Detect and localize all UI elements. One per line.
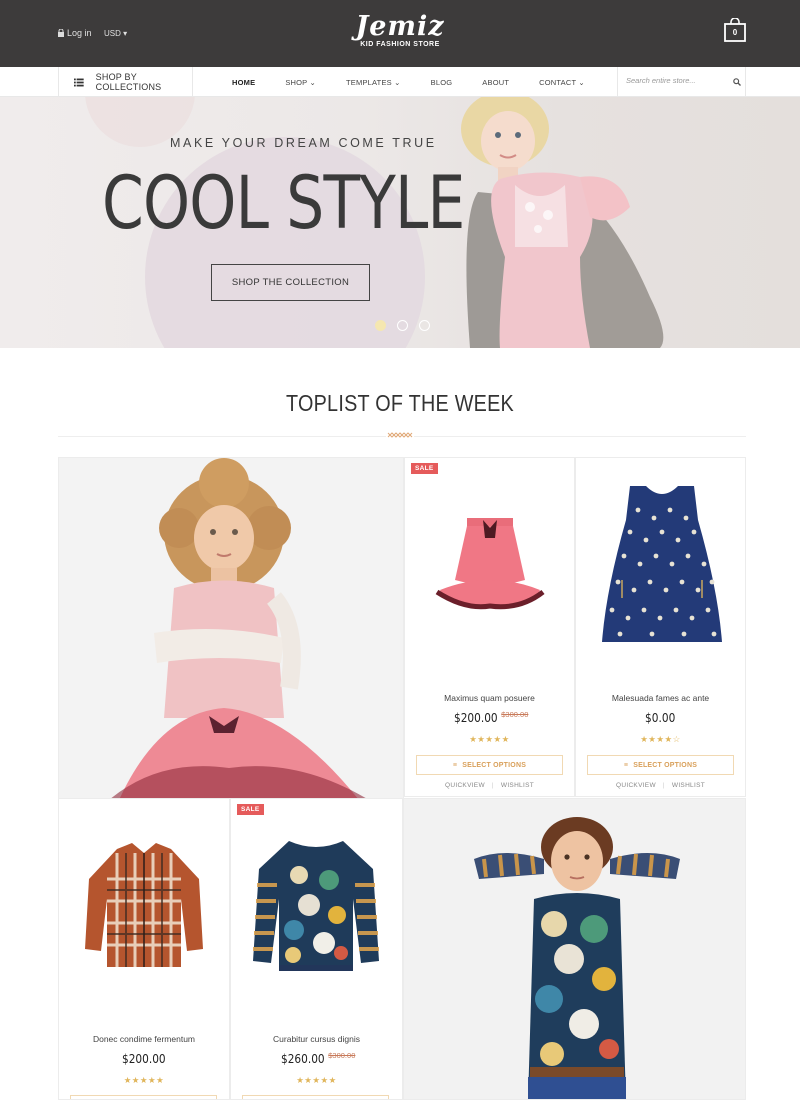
product-name[interactable]: Malesuada fames ac ante xyxy=(576,693,745,703)
product-card[interactable]: Donec condime fermentum $200.00 ★★★★★ xyxy=(58,798,230,1100)
quickview-link[interactable]: QUICKVIEW xyxy=(616,782,656,789)
nav-item-contact[interactable]: CONTACT ⌄ xyxy=(539,78,585,87)
product-price: $0.00 xyxy=(645,711,676,725)
hero-girl-image xyxy=(461,97,664,348)
search-icon[interactable] xyxy=(733,78,741,86)
select-options-button[interactable]: ≡ SELECT OPTIONS xyxy=(416,755,563,775)
nav-item-label: BLOG xyxy=(430,77,453,87)
quickview-link[interactable]: QUICKVIEW xyxy=(445,782,485,789)
hero-tagline: MAKE YOUR DREAM COME TRUE xyxy=(170,136,437,150)
separator: | xyxy=(491,782,494,789)
select-options-label: SELECT OPTIONS xyxy=(462,761,527,769)
cart-count: 0 xyxy=(732,28,738,37)
sale-badge: SALE xyxy=(411,463,438,474)
pink-tutu-skirt-image xyxy=(435,518,545,610)
section-title: TOPLIST OF THE WEEK xyxy=(285,390,515,416)
nav-item-blog[interactable]: BLOG xyxy=(431,78,453,87)
wishlist-link[interactable]: WISHLIST xyxy=(672,782,705,789)
chevron-down-icon: ⌄ xyxy=(394,77,401,87)
list-icon xyxy=(74,78,84,86)
slider-dot[interactable] xyxy=(375,320,386,331)
price-row: $0.00 xyxy=(576,709,745,727)
product-name[interactable]: Donec condime fermentum xyxy=(59,1034,229,1044)
product-card[interactable]: SALE Curabitur cursus dignis $260.00 $300… xyxy=(230,798,403,1100)
nav-item-templates[interactable]: TEMPLATES ⌄ xyxy=(346,78,401,87)
product-price: $200.00 xyxy=(122,1052,166,1066)
featured-image[interactable] xyxy=(58,457,404,799)
hero-slider: MAKE YOUR DREAM COME TRUE COOL STYLE SHO… xyxy=(0,97,800,348)
nav-item-label: HOME xyxy=(232,77,256,87)
girl-curly-hair-image xyxy=(59,458,403,798)
rating-stars: ★★★★★ xyxy=(123,1075,165,1085)
product-card[interactable]: Malesuada fames ac ante $0.00 ★★★★☆ ≡ SEL… xyxy=(575,457,746,797)
separator: | xyxy=(662,782,665,789)
slider-dot[interactable] xyxy=(397,320,408,331)
printed-sweater-image xyxy=(253,841,379,971)
search-input[interactable] xyxy=(626,76,726,85)
boy-in-sweater-image xyxy=(404,799,745,1099)
slider-dot[interactable] xyxy=(419,320,430,331)
old-price: $300.00 xyxy=(501,710,529,719)
select-options-label: SELECT OPTIONS xyxy=(633,761,698,769)
product-grid: SALE Maximus quam posuere $200.00 $300.00… xyxy=(58,457,746,1100)
polka-dot-dress-image xyxy=(602,486,722,642)
rating-stars: ★★★★☆ xyxy=(640,734,681,744)
featured-image[interactable] xyxy=(403,798,746,1100)
rating-stars: ★★★★★ xyxy=(296,1075,337,1085)
product-card[interactable]: SALE Maximus quam posuere $200.00 $300.00… xyxy=(404,457,575,797)
collections-label: SHOP BY COLLECTIONS xyxy=(95,72,162,92)
chevron-down-icon: ⌄ xyxy=(309,77,317,87)
ornament-icon xyxy=(386,430,414,440)
price-row: $200.00 $300.00 xyxy=(405,709,574,727)
price-row: $260.00 $300.00 xyxy=(231,1050,402,1068)
select-options-button[interactable] xyxy=(70,1095,217,1099)
brand-tagline: KID FASHION STORE xyxy=(360,41,440,48)
product-name[interactable]: Curabitur cursus dignis xyxy=(231,1034,402,1044)
product-name[interactable]: Maximus quam posuere xyxy=(405,693,574,703)
menu-lines-icon: ≡ xyxy=(452,761,458,769)
product-actions: QUICKVIEW | WISHLIST xyxy=(405,782,574,789)
product-price: $260.00 xyxy=(280,1052,325,1066)
slider-dots xyxy=(375,320,430,331)
select-options-button[interactable]: ≡ SELECT OPTIONS xyxy=(587,755,734,775)
top-bar: Log in USD ▾ Jemiz KID FASHION STORE 0 xyxy=(0,0,800,67)
shop-collection-button[interactable]: SHOP THE COLLECTION xyxy=(211,264,370,301)
nav-item-label: ABOUT xyxy=(482,77,510,87)
main-nav: SHOP BY COLLECTIONS HOME SHOP ⌄ TEMPLATE… xyxy=(0,67,800,97)
plaid-shirt-image xyxy=(85,843,203,967)
menu-lines-icon: ≡ xyxy=(623,761,629,769)
search-box xyxy=(617,67,746,97)
nav-item-about[interactable]: ABOUT xyxy=(482,78,509,87)
shop-by-collections-button[interactable]: SHOP BY COLLECTIONS xyxy=(58,67,193,97)
hero-title: COOL STYLE xyxy=(102,161,465,246)
product-price: $200.00 xyxy=(453,711,498,725)
sale-badge: SALE xyxy=(237,804,264,815)
price-row: $200.00 xyxy=(59,1050,229,1068)
menu-items: HOME SHOP ⌄ TEMPLATES ⌄ BLOG ABOUT CONTA… xyxy=(232,67,615,97)
wishlist-link[interactable]: WISHLIST xyxy=(501,782,534,789)
old-price: $300.00 xyxy=(328,1051,356,1060)
product-actions: QUICKVIEW | WISHLIST xyxy=(576,782,745,789)
nav-item-label: TEMPLATES xyxy=(346,77,392,87)
brand-logo[interactable]: Jemiz KID FASHION STORE xyxy=(0,11,800,49)
rating-stars: ★★★★★ xyxy=(469,734,510,744)
nav-item-label: CONTACT xyxy=(539,77,577,87)
nav-item-label: SHOP xyxy=(285,77,308,87)
nav-item-home[interactable]: HOME xyxy=(232,78,255,87)
chevron-down-icon: ⌄ xyxy=(578,77,585,87)
select-options-button[interactable] xyxy=(242,1095,389,1099)
nav-item-shop[interactable]: SHOP ⌄ xyxy=(285,78,316,87)
cart-button[interactable]: 0 xyxy=(724,17,746,42)
brand-name: Jemiz xyxy=(355,11,445,42)
